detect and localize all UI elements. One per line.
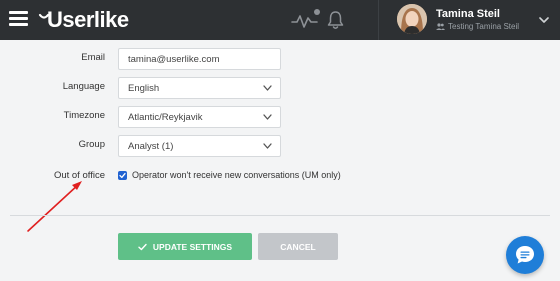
cancel-button[interactable]: CANCEL <box>258 233 338 260</box>
timezone-value: Atlantic/Reykjavik <box>128 112 203 123</box>
out-of-office-checkbox[interactable] <box>118 171 127 180</box>
hamburger-icon[interactable] <box>9 11 28 27</box>
user-subtitle: Testing Tamina Steil <box>436 22 519 31</box>
bell-icon[interactable] <box>327 10 344 30</box>
chevron-down-icon[interactable] <box>539 16 549 24</box>
chevron-down-icon <box>263 143 272 149</box>
header-divider <box>378 0 379 40</box>
language-select[interactable]: English <box>118 77 281 99</box>
language-value: English <box>128 83 160 94</box>
group-row: Group Analyst (1) <box>0 135 560 157</box>
avatar-image <box>397 4 427 34</box>
top-bar: Userlike Tamina Steil Testing Tamina Ste… <box>0 0 560 40</box>
annotation-arrow <box>27 181 82 232</box>
cancel-label: CANCEL <box>280 241 316 252</box>
group-value: Analyst (1) <box>128 141 174 152</box>
form-separator <box>10 215 550 216</box>
avatar[interactable] <box>397 4 427 34</box>
chat-bubble-button[interactable] <box>506 236 544 274</box>
checkmark-icon <box>119 172 126 179</box>
user-name[interactable]: Tamina Steil <box>436 8 500 20</box>
activity-status-dot <box>314 9 320 15</box>
userlike-logo[interactable]: Userlike <box>38 8 129 32</box>
language-label: Language <box>62 81 105 92</box>
users-icon <box>436 23 445 30</box>
timezone-label: Timezone <box>63 110 105 121</box>
timezone-row: Timezone Atlantic/Reykjavik <box>0 106 560 128</box>
timezone-select[interactable]: Atlantic/Reykjavik <box>118 106 281 128</box>
chevron-down-icon <box>263 85 272 91</box>
update-settings-label: UPDATE SETTINGS <box>152 241 233 252</box>
chevron-down-icon <box>263 114 272 120</box>
chat-icon <box>516 246 534 264</box>
language-row: Language English <box>0 77 560 99</box>
logo-text: Userlike <box>47 7 129 32</box>
update-settings-button[interactable]: UPDATE SETTINGS <box>118 233 252 260</box>
email-value: tamina@userlike.com <box>128 54 220 65</box>
out-of-office-text[interactable]: Operator won't receive new conversations… <box>132 170 341 180</box>
user-subtitle-text: Testing Tamina Steil <box>448 22 519 31</box>
group-label: Group <box>78 139 105 150</box>
email-field[interactable]: tamina@userlike.com <box>118 48 281 70</box>
group-select[interactable]: Analyst (1) <box>118 135 281 157</box>
email-row: Email tamina@userlike.com <box>0 48 560 70</box>
check-icon <box>138 243 147 250</box>
email-label: Email <box>81 52 105 63</box>
